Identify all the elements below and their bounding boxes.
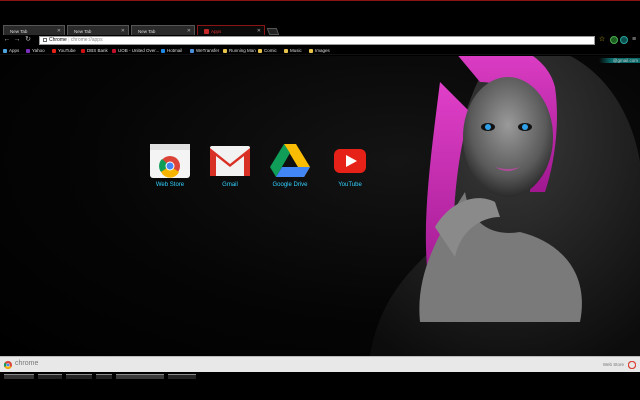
- bookmark-label: Apps: [9, 48, 20, 53]
- taskbar-item[interactable]: [4, 374, 34, 379]
- taskbar-item[interactable]: [168, 374, 196, 379]
- theme-background-portrait: [370, 56, 640, 356]
- apps-grid-icon: [3, 48, 7, 53]
- web-store-icon: [150, 144, 190, 178]
- browser-window: New Tab ✕ New Tab ✕ New Tab ✕ Apps ✕ ← →…: [0, 0, 640, 400]
- chrome-wordmark: chrome: [15, 360, 39, 367]
- address-bar[interactable]: Chrome | chrome://apps: [39, 36, 595, 45]
- bookmark-hotmail[interactable]: Hotmail: [161, 47, 182, 54]
- page-icon: [43, 37, 47, 42]
- user-email[interactable]: @gmail.com: [598, 58, 640, 63]
- folder-icon: [258, 48, 262, 53]
- bookmark-label: Running Man: [229, 48, 256, 53]
- bookmark-label: UOB - United Over...: [118, 48, 160, 53]
- taskbar-item[interactable]: [66, 374, 92, 379]
- star-icon[interactable]: ☆: [598, 36, 606, 44]
- dbs-icon: [81, 48, 85, 53]
- bookmark-folder-images[interactable]: Images: [309, 47, 330, 54]
- back-arrow-icon[interactable]: ←: [3, 36, 11, 44]
- reload-icon[interactable]: ↻: [24, 36, 32, 44]
- forward-arrow-icon[interactable]: →: [13, 36, 21, 44]
- bottom-bar: chrome Web Store: [0, 356, 640, 372]
- bookmark-yahoo[interactable]: Yahoo: [26, 47, 45, 54]
- gmail-icon: [210, 146, 250, 176]
- close-icon[interactable]: ✕: [187, 28, 191, 34]
- tab-strip: New Tab ✕ New Tab ✕ New Tab ✕ Apps ✕: [0, 0, 640, 37]
- bookmark-apps[interactable]: Apps: [3, 47, 19, 54]
- bookmarks-bar: Apps Yahoo YouTube DBS Bank UOB - United…: [0, 46, 640, 55]
- app-label: Web Store: [155, 182, 185, 188]
- yahoo-icon: [26, 48, 30, 53]
- tab-title: Apps: [211, 29, 222, 34]
- web-store-icon[interactable]: [628, 361, 636, 369]
- wetransfer-icon: [190, 48, 194, 53]
- google-drive-icon: [270, 144, 310, 177]
- extension-icon[interactable]: [620, 36, 628, 44]
- app-label: Google Drive: [272, 182, 308, 188]
- taskbar-item[interactable]: [38, 374, 62, 379]
- bookmark-label: DBS Bank: [87, 48, 108, 53]
- bookmark-uob[interactable]: UOB - United Over...: [112, 47, 159, 54]
- folder-icon: [284, 48, 288, 53]
- bookmark-folder-running-man[interactable]: Running Man: [223, 47, 256, 54]
- bookmark-folder-comic[interactable]: Comic: [258, 47, 277, 54]
- folder-icon: [309, 48, 313, 53]
- new-tab-button[interactable]: [266, 28, 280, 35]
- bookmark-wetransfer[interactable]: WeTransfer: [190, 47, 219, 54]
- bookmark-label: YouTube: [58, 48, 76, 53]
- app-gmail[interactable]: Gmail: [200, 144, 260, 194]
- app-youtube[interactable]: YouTube: [320, 144, 380, 194]
- hotmail-icon: [161, 48, 165, 53]
- bookmark-label: Yahoo: [32, 48, 45, 53]
- taskbar-item[interactable]: [116, 374, 164, 379]
- bookmark-label: WeTransfer: [196, 48, 220, 53]
- bookmark-dbs-bank[interactable]: DBS Bank: [81, 47, 108, 54]
- bookmark-youtube[interactable]: YouTube: [52, 47, 76, 54]
- bookmark-label: Hotmail: [167, 48, 183, 53]
- os-taskbar: [0, 372, 640, 400]
- menu-icon[interactable]: ≡: [630, 36, 638, 44]
- bookmark-label: Comic: [264, 48, 277, 53]
- close-icon[interactable]: ✕: [257, 28, 261, 34]
- uob-icon: [112, 48, 116, 53]
- new-tab-page: @gmail.com Web Store Gmail Google Drive …: [0, 56, 640, 356]
- omnibox-url: chrome://apps: [70, 37, 103, 43]
- apps-favicon-icon: [204, 29, 209, 35]
- youtube-icon: [52, 48, 56, 53]
- youtube-icon: [334, 149, 366, 173]
- app-label: Gmail: [222, 182, 238, 188]
- app-google-drive[interactable]: Google Drive: [260, 144, 320, 194]
- taskbar-item[interactable]: [96, 374, 112, 379]
- app-web-store[interactable]: Web Store: [140, 144, 200, 194]
- extension-icon[interactable]: [610, 36, 618, 44]
- tab-title: New Tab: [138, 29, 156, 34]
- bookmark-label: Music: [290, 48, 302, 53]
- close-icon[interactable]: ✕: [57, 28, 61, 34]
- tab-title: New Tab: [74, 29, 92, 34]
- omnibox-scheme-label: Chrome: [49, 37, 67, 43]
- toolbar: ← → ↻ Chrome | chrome://apps ☆ ≡: [0, 35, 640, 46]
- close-icon[interactable]: ✕: [121, 28, 125, 34]
- bookmark-folder-music[interactable]: Music: [284, 47, 302, 54]
- tab-title: New Tab: [10, 29, 28, 34]
- folder-icon: [223, 48, 227, 53]
- chrome-logo-icon: [4, 361, 12, 369]
- bookmark-label: Images: [315, 48, 330, 53]
- app-label: YouTube: [338, 182, 362, 188]
- web-store-link[interactable]: Web Store: [603, 362, 624, 367]
